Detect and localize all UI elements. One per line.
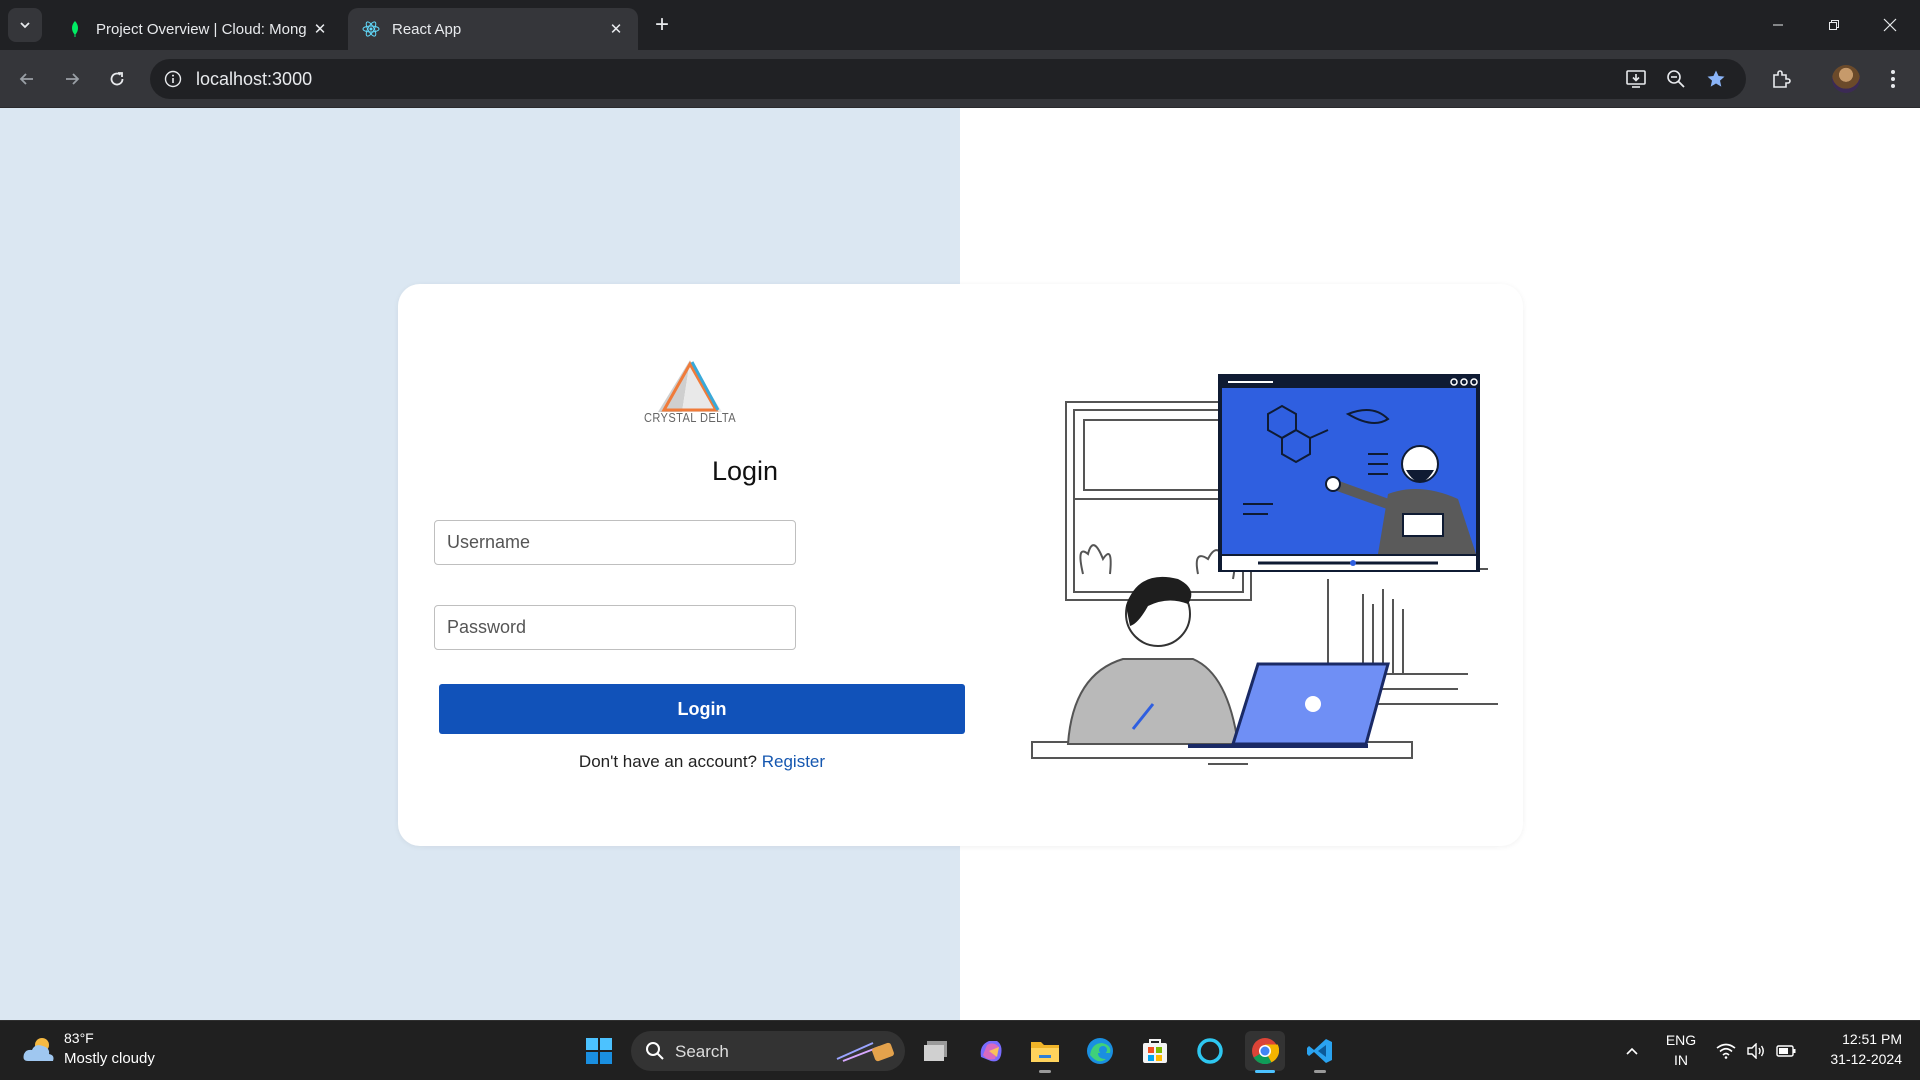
bookmark-star-icon[interactable] [1702,65,1730,93]
login-button[interactable]: Login [439,684,965,734]
start-button[interactable] [579,1031,619,1071]
online-learning-illustration [1031,374,1498,765]
reload-button[interactable] [100,62,134,96]
clock-date[interactable]: 31-12-2024 [1812,1051,1902,1067]
edge-app[interactable] [1080,1031,1120,1071]
react-icon [362,20,380,38]
vscode-app[interactable] [1300,1031,1340,1073]
register-prompt: Don't have an account? [578,752,758,771]
url-text[interactable]: localhost:3000 [196,69,312,90]
microsoft-store-app[interactable] [1135,1031,1175,1071]
windows-logo-icon [586,1038,612,1064]
weather-description[interactable]: Mostly cloudy [64,1050,155,1067]
running-indicator [1255,1070,1275,1073]
file-explorer-app[interactable] [1025,1031,1065,1073]
zoom-icon[interactable] [1662,65,1690,93]
page-viewport: CRYSTAL DELTA Login Login Don't have an … [0,108,1920,1020]
running-indicator [1039,1070,1051,1073]
install-app-icon[interactable] [1622,65,1650,93]
register-row: Don't have an account? Register [439,752,965,772]
circle-ring-icon [1197,1038,1223,1064]
battery-icon[interactable] [1774,1039,1798,1063]
cortana-app[interactable] [1190,1031,1230,1071]
login-title: Login [711,456,779,486]
arrow-left-icon [19,73,33,85]
windows-taskbar: 83°F Mostly cloudy Search ENG IN 12:51 P… [0,1020,1920,1080]
running-indicator [1314,1070,1326,1073]
forward-button[interactable] [55,62,89,96]
register-link[interactable]: Register [762,752,825,771]
language-indicator[interactable]: ENG [1664,1032,1698,1048]
task-view-button[interactable] [916,1031,956,1071]
arrow-right-icon [66,73,80,85]
edge-icon [1087,1038,1113,1064]
site-info-icon[interactable] [158,64,188,94]
chevron-down-icon [20,22,30,29]
search-highlight-icon [836,1042,894,1062]
close-icon[interactable]: ✕ [310,19,330,39]
search-icon [646,1042,664,1060]
folder-icon [1031,1042,1059,1062]
store-icon [1143,1039,1167,1063]
cloudy-weather-icon[interactable] [22,1035,56,1065]
tab-title: Project Overview | Cloud: Mong [96,20,307,38]
show-hidden-icons-button[interactable] [1620,1039,1644,1063]
taskbar-search-box[interactable]: Search [631,1031,905,1071]
minimize-icon [1773,24,1783,26]
copilot-app[interactable] [971,1031,1011,1071]
copilot-icon [980,1041,1002,1062]
browser-toolbar: localhost:3000 [0,50,1920,108]
restore-button[interactable] [1806,0,1862,50]
username-input[interactable] [434,520,796,565]
login-card: CRYSTAL DELTA Login Login Don't have an … [398,284,1523,846]
chrome-app[interactable] [1245,1031,1285,1073]
wifi-icon[interactable] [1714,1039,1738,1063]
close-icon[interactable]: ✕ [606,19,626,39]
password-input[interactable] [434,605,796,650]
taskbar-search-label: Search [675,1042,729,1061]
clock-time[interactable]: 12:51 PM [1812,1031,1902,1047]
task-view-icon [924,1041,947,1061]
close-icon [1883,18,1897,32]
tab-project-overview[interactable]: Project Overview | Cloud: Mong ✕ [52,8,342,50]
close-window-button[interactable] [1862,0,1918,50]
tab-react-app[interactable]: React App ✕ [348,8,638,50]
profile-avatar[interactable] [1832,65,1860,93]
vscode-icon [1307,1039,1332,1063]
weather-temperature[interactable]: 83°F [64,1030,94,1046]
tab-search-button[interactable] [8,8,42,42]
browser-tabstrip: Project Overview | Cloud: Mong ✕ React A… [0,0,1920,50]
extensions-icon[interactable] [1764,62,1798,96]
logo-text: CRYSTAL DELTA [643,410,737,425]
back-button[interactable] [10,62,44,96]
chrome-icon [1252,1038,1279,1065]
reload-icon [110,72,124,86]
chevron-up-icon [1626,1047,1638,1055]
mongodb-leaf-icon [66,20,84,38]
tab-title: React App [392,20,462,38]
region-indicator[interactable]: IN [1664,1052,1698,1068]
address-bar[interactable]: localhost:3000 [150,59,1746,99]
new-tab-button[interactable]: + [648,11,676,39]
restore-icon [1829,20,1839,30]
menu-kebab-icon[interactable] [1876,62,1910,96]
minimize-button[interactable] [1750,0,1806,50]
volume-icon[interactable] [1744,1039,1768,1063]
